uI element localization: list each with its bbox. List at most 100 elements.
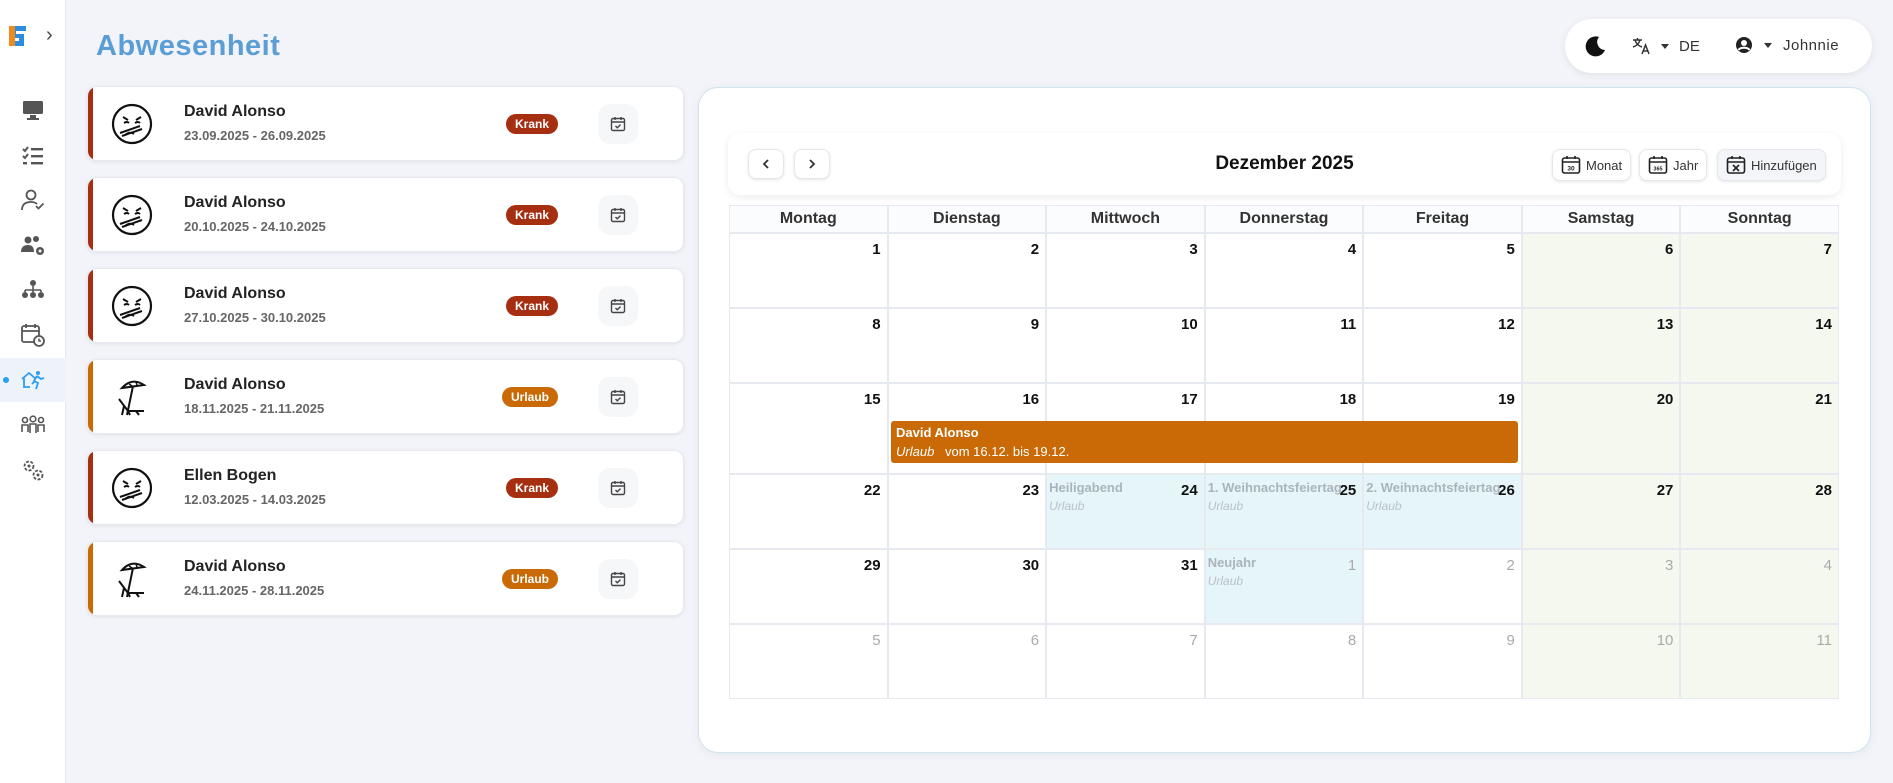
day-number: 2	[1506, 557, 1515, 574]
absence-dates: 24.11.2025 - 28.11.2025	[184, 583, 325, 598]
absence-card[interactable]: Ellen Bogen 12.03.2025 - 14.03.2025 Krank	[87, 450, 684, 525]
calendar-day-cell[interactable]: 29	[729, 549, 888, 624]
year-view-button[interactable]: 365 Jahr	[1639, 149, 1708, 181]
calendar-day-cell[interactable]: 4	[1680, 549, 1839, 624]
day-number: 27	[1656, 482, 1674, 499]
event-range: vom 16.12. bis 19.12.	[945, 444, 1070, 459]
calendar-day-cell[interactable]: 22	[729, 474, 888, 549]
day-number: 1	[1347, 557, 1357, 574]
calendar-day-cell[interactable]: 10	[1521, 624, 1681, 699]
calendar-day-cell[interactable]: 12	[1363, 308, 1522, 383]
sick-face-icon	[111, 285, 153, 327]
day-number: 2	[1030, 241, 1040, 258]
sidebar-item-tasks[interactable]	[0, 133, 66, 177]
show-in-calendar-button[interactable]	[598, 377, 638, 417]
sidebar-item-user-management[interactable]	[0, 223, 66, 267]
calendar-day-cell[interactable]: 4	[1204, 233, 1364, 308]
absence-card[interactable]: David Alonso 20.10.2025 - 24.10.2025 Krank	[87, 177, 684, 252]
calendar-day-cell[interactable]: 24 Heiligabend Urlaub	[1046, 474, 1205, 549]
calendar-day-cell[interactable]: 27	[1521, 474, 1681, 549]
calendar-day-cell[interactable]: 8	[1204, 624, 1364, 699]
calendar-day-cell[interactable]: 7	[1046, 624, 1205, 699]
user-menu[interactable]: Johnnie	[1735, 36, 1839, 54]
absence-card[interactable]: David Alonso 18.11.2025 - 21.11.2025 Urlau…	[87, 359, 684, 434]
calendar-day-cell[interactable]: 30	[887, 549, 1047, 624]
absence-person: Ellen Bogen	[184, 467, 277, 484]
day-number: 7	[1823, 241, 1832, 258]
calendar-event[interactable]: David Alonso Urlaub vom 16.12. bis 19.12…	[891, 421, 1518, 463]
calendar-day-cell[interactable]: 11	[1680, 624, 1839, 699]
day-number: 31	[1181, 557, 1198, 574]
account-icon	[1736, 37, 1752, 53]
language-label: DE	[1679, 37, 1700, 55]
calendar-day-cell[interactable]: 21	[1680, 383, 1839, 474]
calendar-day-cell[interactable]: 9	[887, 308, 1047, 383]
sidebar-item-dashboard[interactable]	[0, 88, 66, 132]
calendar-day-cell[interactable]: 2	[1363, 549, 1522, 624]
language-selector[interactable]: DE	[1631, 36, 1700, 56]
show-in-calendar-button[interactable]	[598, 559, 638, 599]
sidebar-expand-icon[interactable]: ›	[46, 24, 53, 47]
calendar-day-cell[interactable]: 26 2. Weihnachtsfeiertag Urlaub	[1363, 474, 1522, 549]
show-in-calendar-button[interactable]	[598, 195, 638, 235]
calendar-day-cell[interactable]: 2	[887, 233, 1047, 308]
calendar-day-cell[interactable]: 14	[1680, 308, 1839, 383]
add-absence-button[interactable]: Hinzufügen	[1717, 149, 1826, 181]
absence-card[interactable]: David Alonso 24.11.2025 - 28.11.2025 Urlau…	[87, 541, 684, 616]
calendar-day-cell[interactable]: 5	[1363, 233, 1522, 308]
day-number: 14	[1815, 316, 1832, 333]
sidebar-item-schedule[interactable]	[0, 313, 66, 357]
calendar-day-cell[interactable]: 23	[887, 474, 1047, 549]
holiday-name: 2. Weihnachtsfeiertag	[1366, 480, 1501, 495]
calendar-day-cell[interactable]: 13	[1521, 308, 1681, 383]
calendar-day-cell[interactable]: 8	[729, 308, 888, 383]
sidebar-item-settings[interactable]	[0, 448, 66, 492]
calendar-day-cell[interactable]: 6	[1521, 233, 1681, 308]
sidebar-item-team[interactable]	[0, 403, 66, 447]
sidebar-item-organization[interactable]	[0, 268, 66, 312]
calendar-day-cell[interactable]: 25 1. Weihnachtsfeiertag Urlaub	[1204, 474, 1364, 549]
month-view-button[interactable]: 30 Monat	[1552, 149, 1632, 181]
show-in-calendar-button[interactable]	[598, 468, 638, 508]
day-number: 6	[1030, 632, 1040, 649]
holiday-type: Urlaub	[1366, 499, 1402, 513]
card-accent	[88, 178, 93, 251]
dark-mode-toggle-icon[interactable]	[1583, 33, 1609, 59]
users-gear-icon	[21, 236, 44, 255]
absence-person: David Alonso	[184, 285, 286, 302]
day-number: 1	[872, 241, 881, 258]
day-number: 25	[1339, 482, 1357, 499]
app-logo-icon[interactable]	[8, 24, 30, 48]
holiday-type: Urlaub	[1207, 574, 1244, 588]
calendar-day-cell[interactable]: 11	[1204, 308, 1364, 383]
day-number: 15	[863, 391, 881, 408]
absence-card[interactable]: David Alonso 27.10.2025 - 30.10.2025 Krank	[87, 268, 684, 343]
calendar-day-cell[interactable]: 1 Neujahr Urlaub	[1204, 549, 1364, 624]
calendar-day-cell[interactable]: 1	[729, 233, 888, 308]
beach-chair-icon	[118, 562, 147, 598]
calendar-day-cell[interactable]: 28	[1680, 474, 1839, 549]
sidebar-item-absence[interactable]	[0, 358, 66, 402]
calendar-day-cell[interactable]: 3	[1046, 233, 1205, 308]
show-in-calendar-button[interactable]	[598, 286, 638, 326]
calendar-day-cell[interactable]: 6	[887, 624, 1047, 699]
calendar-day-cell[interactable]: 9	[1363, 624, 1522, 699]
chevron-down-icon	[1764, 42, 1772, 48]
svg-text:30: 30	[1567, 166, 1575, 173]
calendar-day-cell[interactable]: 7	[1680, 233, 1839, 308]
sidebar-item-users[interactable]	[0, 178, 66, 222]
absence-card[interactable]: David Alonso 23.09.2025 - 26.09.2025 Krank	[87, 86, 684, 161]
calendar-header: Dezember 2025 30 Monat 365 Jahr Hinzufüg…	[728, 133, 1841, 195]
day-number: 30	[1022, 557, 1040, 574]
day-number: 9	[1030, 316, 1040, 333]
day-number: 23	[1022, 482, 1040, 499]
calendar-day-cell[interactable]: 10	[1046, 308, 1205, 383]
calendar-day-cell[interactable]: 15	[729, 383, 888, 474]
calendar-day-cell[interactable]: 5	[729, 624, 888, 699]
calendar-day-cell[interactable]: 20	[1521, 383, 1681, 474]
absence-person: David Alonso	[184, 103, 286, 120]
calendar-day-cell[interactable]: 3	[1521, 549, 1681, 624]
show-in-calendar-button[interactable]	[598, 104, 638, 144]
calendar-day-cell[interactable]: 31	[1046, 549, 1205, 624]
month-view-label: Monat	[1586, 157, 1623, 173]
